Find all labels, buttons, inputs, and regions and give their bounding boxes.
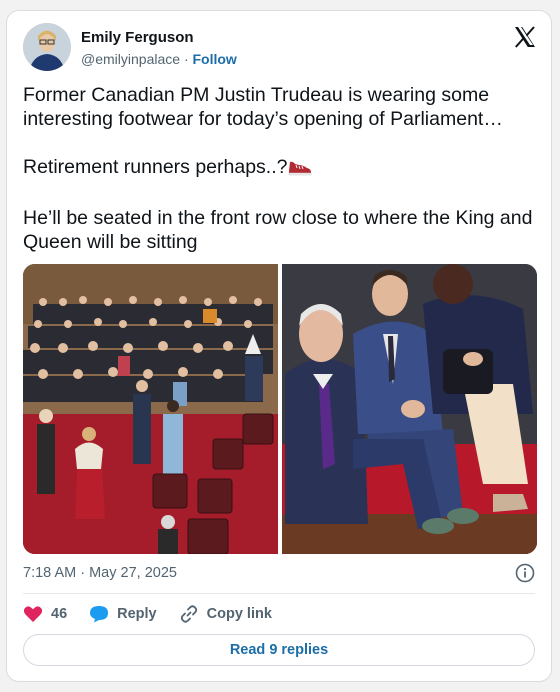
author-handle-row: @emilyinpalace · Follow [81, 51, 237, 67]
sneaker-icon [287, 156, 313, 182]
tweet-media[interactable] [23, 264, 537, 554]
timestamp[interactable]: 7:18 AM · May 27, 2025 [23, 565, 177, 581]
copy-link-label: Copy link [206, 606, 272, 622]
senate-chamber-photo[interactable] [23, 264, 278, 554]
follow-button[interactable]: Follow [193, 51, 237, 67]
author-name[interactable]: Emily Ferguson [81, 29, 194, 46]
heart-icon [23, 606, 43, 622]
tweet-text: Former Canadian PM Justin Trudeau is wea… [23, 83, 533, 278]
tweet-paragraph-1: Former Canadian PM Justin Trudeau is wea… [23, 84, 503, 130]
tweet-paragraph-2: Retirement runners perhaps..? [23, 155, 533, 182]
media-photos [23, 264, 537, 554]
link-icon [180, 605, 197, 623]
reply-label: Reply [117, 606, 157, 622]
separator-dot: · [183, 51, 189, 67]
tweet-paragraph-2-text: Retirement runners perhaps..? [23, 156, 288, 178]
tweet-card: Emily Ferguson @emilyinpalace · Follow F… [6, 10, 552, 682]
like-count: 46 [51, 606, 68, 622]
info-icon[interactable] [515, 563, 535, 588]
seated-men-closeup-photo[interactable] [282, 264, 537, 554]
reply-button[interactable]: Reply [89, 605, 157, 623]
action-bar: 46 Reply Copy link [23, 603, 294, 625]
like-button[interactable]: 46 [23, 605, 67, 623]
avatar[interactable] [23, 23, 71, 71]
divider [23, 593, 535, 594]
tweet-paragraph-3: He’ll be seated in the front row close t… [23, 207, 533, 253]
x-logo-icon[interactable] [513, 25, 537, 49]
copy-link-button[interactable]: Copy link [179, 604, 272, 624]
reply-bubble-icon [90, 606, 109, 623]
read-replies-button[interactable]: Read 9 replies [23, 634, 535, 666]
author-handle[interactable]: @emilyinpalace [81, 51, 180, 67]
